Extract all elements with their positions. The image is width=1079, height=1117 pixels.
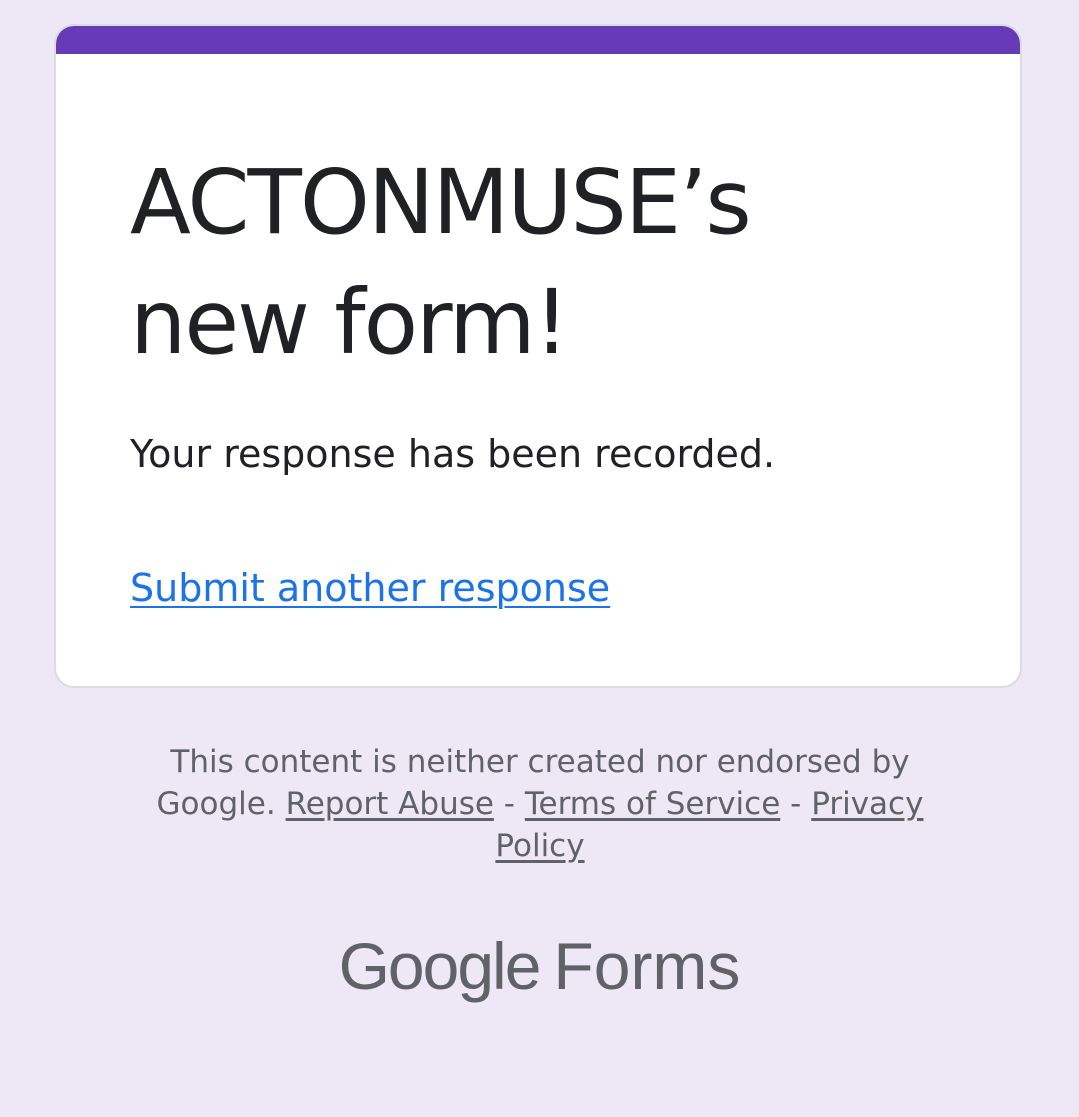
confirmation-message: Your response has been recorded. [130,432,776,476]
response-card: ACTONMUSE’s new form! Your response has … [54,24,1022,688]
form-title: ACTONMUSE’s new form! [130,150,752,374]
google-forms-logo[interactable]: Google Forms [0,928,1079,1004]
forms-wordmark: Forms [553,929,741,1003]
footer-separator: - [503,786,515,822]
google-wordmark: Google [338,929,542,1003]
card-accent-bar [56,26,1020,54]
terms-of-service-link[interactable]: Terms of Service [525,786,780,822]
submit-another-response-link[interactable]: Submit another response [130,562,610,614]
footer-separator: - [790,786,802,822]
footer-disclaimer: This content is neither created nor endo… [130,741,950,867]
report-abuse-link[interactable]: Report Abuse [286,786,494,822]
